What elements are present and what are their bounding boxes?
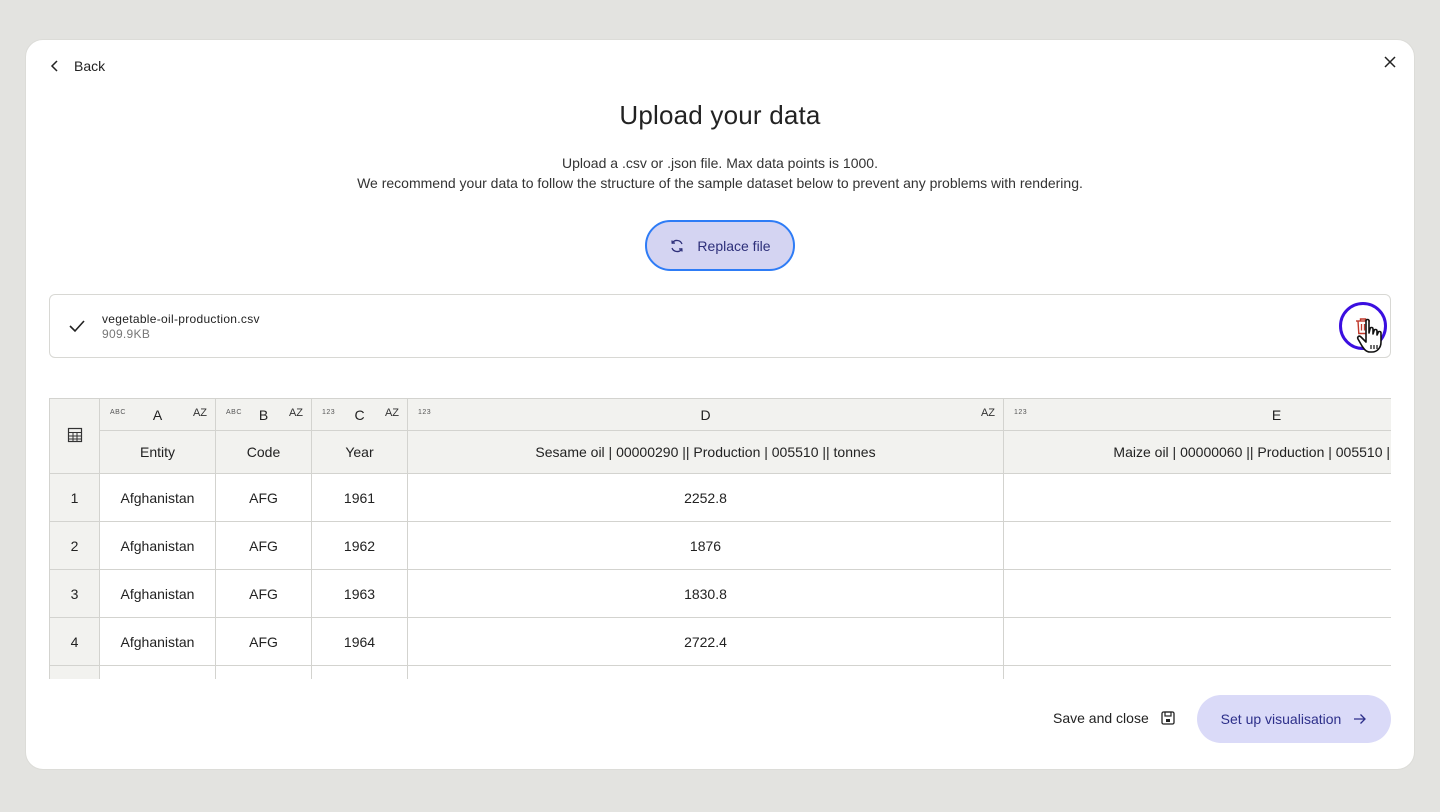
column-letter: A xyxy=(152,406,163,423)
sort-az-icon[interactable]: AZ xyxy=(981,407,995,419)
table-cell[interactable] xyxy=(311,665,408,679)
column-letter-d[interactable]: 123 D AZ xyxy=(407,398,1004,431)
table-row: 2 Afghanistan AFG 1962 1876 xyxy=(49,521,1391,570)
table-cell[interactable] xyxy=(1003,569,1391,618)
save-and-close-label: Save and close xyxy=(1053,710,1149,726)
column-letter-e[interactable]: 123 E xyxy=(1003,398,1391,431)
table-cell[interactable]: 1962 xyxy=(311,521,408,570)
table-cell[interactable] xyxy=(99,665,216,679)
row-number: 4 xyxy=(49,617,100,666)
chevron-left-icon xyxy=(50,60,58,72)
column-header-sesame-oil[interactable]: Sesame oil | 00000290 || Production | 00… xyxy=(407,430,1004,474)
set-up-visualisation-label: Set up visualisation xyxy=(1220,711,1342,727)
column-header-maize-oil[interactable]: Maize oil | 00000060 || Production | 005… xyxy=(1003,430,1391,474)
sort-az-icon[interactable]: AZ xyxy=(193,407,207,419)
column-type-tag: 123 xyxy=(418,409,432,416)
table-cell[interactable]: AFG xyxy=(215,617,312,666)
column-letter-a[interactable]: ABC A AZ xyxy=(99,398,216,431)
table-cell[interactable]: 1830.8 xyxy=(407,569,1004,618)
table-cell[interactable]: Afghanistan xyxy=(99,473,216,522)
table-row xyxy=(49,665,1391,679)
subtitle-line-2: We recommend your data to follow the str… xyxy=(357,175,1083,191)
table-cell[interactable]: 2722.4 xyxy=(407,617,1004,666)
table-cell[interactable] xyxy=(215,665,312,679)
table-cell[interactable] xyxy=(1003,473,1391,522)
back-label: Back xyxy=(74,58,106,74)
row-number: 3 xyxy=(49,569,100,618)
column-type-tag: ABC xyxy=(226,409,242,416)
table-cell[interactable]: 1963 xyxy=(311,569,408,618)
table-cell[interactable] xyxy=(1003,521,1391,570)
close-button[interactable] xyxy=(1380,52,1400,72)
table-row: 3 Afghanistan AFG 1963 1830.8 xyxy=(49,569,1391,618)
table-cell[interactable] xyxy=(1003,617,1391,666)
back-button[interactable]: Back xyxy=(50,58,105,74)
table-cell[interactable]: 1964 xyxy=(311,617,408,666)
delete-file-button[interactable] xyxy=(1339,302,1387,350)
file-name: vegetable-oil-production.csv xyxy=(102,312,260,326)
arrow-right-icon xyxy=(1354,714,1367,724)
trash-icon xyxy=(1356,318,1370,335)
close-icon xyxy=(1384,56,1396,68)
row-number: 1 xyxy=(49,473,100,522)
table-cell[interactable]: Afghanistan xyxy=(99,521,216,570)
table-cell[interactable]: AFG xyxy=(215,521,312,570)
table-grid-icon xyxy=(67,427,82,442)
uploaded-file-row: vegetable-oil-production.csv 909.9KB xyxy=(49,294,1391,358)
column-header-code[interactable]: Code xyxy=(215,430,312,474)
table-cell[interactable]: Afghanistan xyxy=(99,569,216,618)
refresh-icon xyxy=(671,239,684,252)
column-letter: C xyxy=(354,406,365,423)
table-cell[interactable]: 1961 xyxy=(311,473,408,522)
column-letter: B xyxy=(258,406,269,423)
data-table-container[interactable]: ABC A AZ ABC B AZ 123 C AZ 123 D AZ 123 … xyxy=(49,398,1391,679)
table-corner[interactable] xyxy=(49,398,100,474)
save-icon xyxy=(1161,711,1175,725)
column-header-entity[interactable]: Entity xyxy=(99,430,216,474)
table-cell[interactable]: AFG xyxy=(215,473,312,522)
table-cell[interactable] xyxy=(407,665,1004,679)
page-subtitle: Upload a .csv or .json file. Max data po… xyxy=(26,153,1414,193)
column-type-tag: 123 xyxy=(1014,409,1028,416)
replace-file-button[interactable]: Replace file xyxy=(645,220,795,271)
set-up-visualisation-button[interactable]: Set up visualisation xyxy=(1197,695,1391,743)
subtitle-line-1: Upload a .csv or .json file. Max data po… xyxy=(562,155,878,171)
table-cell[interactable]: Afghanistan xyxy=(99,617,216,666)
column-letter-c[interactable]: 123 C AZ xyxy=(311,398,408,431)
page-title: Upload your data xyxy=(619,100,821,130)
row-number: 2 xyxy=(49,521,100,570)
table-cell[interactable]: 1876 xyxy=(407,521,1004,570)
column-type-tag: 123 xyxy=(322,409,336,416)
sort-az-icon[interactable]: AZ xyxy=(385,407,399,419)
table-row: 4 Afghanistan AFG 1964 2722.4 xyxy=(49,617,1391,666)
column-letter: D xyxy=(700,406,711,423)
save-and-close-button[interactable]: Save and close xyxy=(1053,710,1175,726)
upload-modal: Back Upload your data Upload a .csv or .… xyxy=(25,39,1415,770)
file-size: 909.9KB xyxy=(102,327,151,341)
sort-az-icon[interactable]: AZ xyxy=(289,407,303,419)
column-header-year[interactable]: Year xyxy=(311,430,408,474)
table-cell[interactable] xyxy=(1003,665,1391,679)
data-table: ABC A AZ ABC B AZ 123 C AZ 123 D AZ 123 … xyxy=(49,398,1391,679)
table-row: 1 Afghanistan AFG 1961 2252.8 xyxy=(49,473,1391,522)
check-icon xyxy=(69,320,85,333)
replace-file-label: Replace file xyxy=(697,237,771,254)
column-letter-b[interactable]: ABC B AZ xyxy=(215,398,312,431)
row-number xyxy=(49,665,100,679)
column-type-tag: ABC xyxy=(110,409,126,416)
table-cell[interactable]: AFG xyxy=(215,569,312,618)
table-cell[interactable]: 2252.8 xyxy=(407,473,1004,522)
column-letter: E xyxy=(1271,406,1282,423)
